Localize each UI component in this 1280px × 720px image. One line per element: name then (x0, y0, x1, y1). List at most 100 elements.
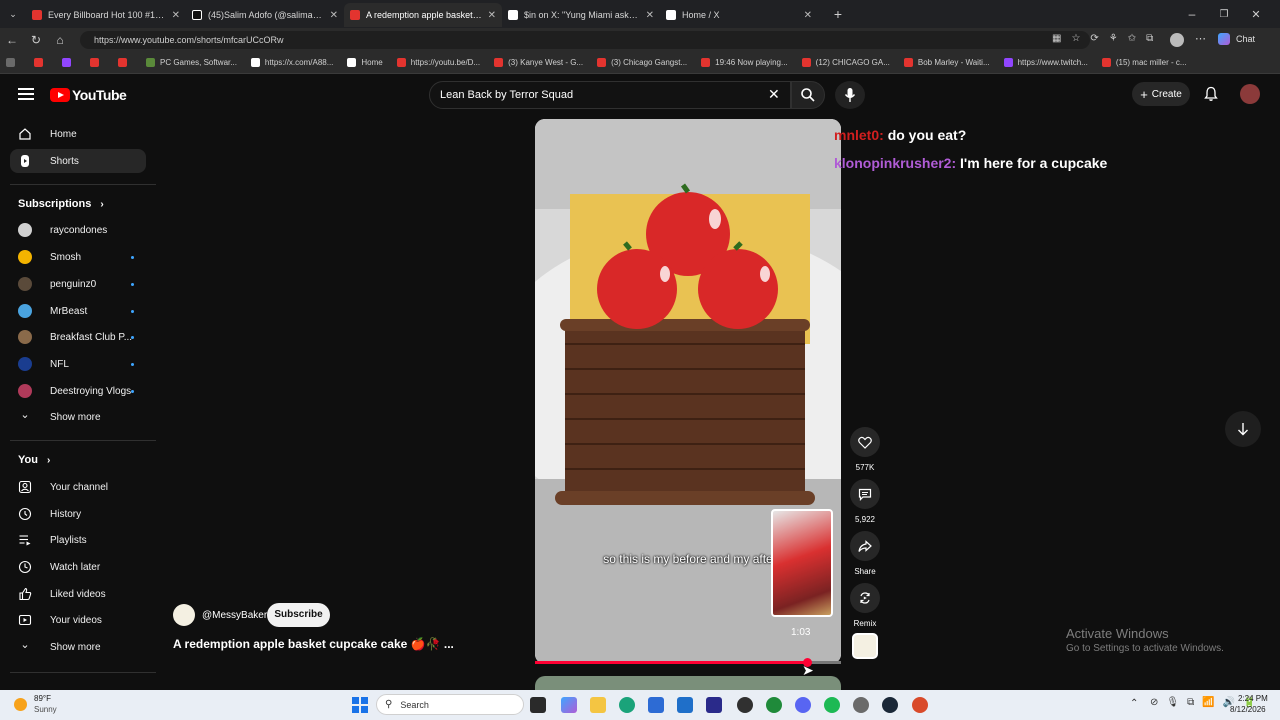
you-heading[interactable]: You › (18, 454, 50, 466)
sidebar-item-history[interactable]: History (10, 502, 146, 526)
sound-thumbnail[interactable] (852, 633, 878, 659)
bookmark-item[interactable] (90, 58, 104, 67)
youtube-logo[interactable]: YouTube (50, 87, 127, 103)
notifications-bell-icon[interactable] (1203, 86, 1219, 102)
clock-date[interactable]: 8/12/2026 (1230, 705, 1266, 714)
show-more-button[interactable]: ⌄ Show more (10, 635, 146, 659)
sidebar-subscription-item[interactable]: raycondones (10, 218, 146, 242)
task-view-icon[interactable] (530, 697, 546, 713)
edge-browser-icon[interactable] (619, 697, 635, 713)
browser-tab-active[interactable]: A redemption apple basket cu ✕ (344, 3, 502, 27)
weather-description[interactable]: Sunny (34, 705, 57, 714)
sidebar-subscription-item[interactable]: Smosh (10, 245, 146, 269)
channel-handle[interactable]: @MessyBaker (202, 610, 267, 621)
spotify-icon[interactable] (824, 697, 840, 713)
sidebar-subscription-item[interactable]: NFL (10, 352, 146, 376)
bookmark-item[interactable]: (12) CHICAGO GA... (801, 58, 890, 67)
bookmark-item[interactable] (6, 58, 20, 67)
browser-tab[interactable]: Home / X ✕ (660, 3, 818, 27)
copilot-chat-button[interactable]: Chat (1218, 33, 1255, 45)
bookmark-item[interactable] (62, 58, 76, 67)
xbox-icon[interactable] (766, 697, 782, 713)
sidebar-item-home[interactable]: Home (10, 122, 146, 146)
home-icon[interactable]: ⌂ (48, 33, 72, 47)
close-tab-icon[interactable]: ✕ (488, 10, 496, 21)
sidebar-item-shorts[interactable]: Shorts (10, 149, 146, 173)
browser-tab[interactable]: Every Billboard Hot 100 #1 Single ✕ (26, 3, 186, 27)
show-more-button[interactable]: ⌄ Show more (10, 405, 146, 429)
bookmark-item[interactable]: https://www.twitch... (1003, 58, 1088, 67)
steam-icon[interactable] (882, 697, 898, 713)
refresh-icon[interactable]: ↻ (24, 33, 48, 47)
windows-start-icon[interactable] (352, 697, 368, 713)
back-icon[interactable]: ← (0, 33, 24, 47)
sidebar-item-your-videos[interactable]: Your videos (10, 608, 146, 632)
video-title[interactable]: A redemption apple basket cupcake cake 🍎… (173, 637, 454, 651)
browser-tab[interactable]: $in on X: "Yung Miami asked Tyl ✕ (502, 3, 660, 27)
sidebar-item-your-channel[interactable]: Your channel (10, 475, 146, 499)
sidebar-item-playlists[interactable]: Playlists (10, 528, 146, 552)
more-options-icon[interactable]: ⋯ (1195, 32, 1206, 45)
settings-gear-icon[interactable] (853, 697, 869, 713)
bookmark-item[interactable]: (3) Chicago Gangst... (597, 58, 687, 67)
bookmark-item[interactable]: Home (347, 58, 383, 67)
sidebar-subscription-item[interactable]: MrBeast (10, 299, 146, 323)
bookmark-item[interactable]: Bob Marley - Waiti... (903, 58, 990, 67)
bookmark-item[interactable]: (15) mac miller - c... (1101, 58, 1187, 67)
copilot-app-icon[interactable] (561, 697, 577, 713)
clear-search-icon[interactable]: ✕ (768, 86, 780, 103)
comment-button[interactable] (850, 479, 880, 509)
share-action[interactable]: Share (850, 531, 880, 576)
bookmark-item[interactable] (34, 58, 48, 67)
browser-tab[interactable]: (45)Salim Adofo (@salimadofo)'s ∨ ✕ (186, 3, 344, 27)
outlook-icon[interactable] (677, 697, 693, 713)
minimize-window-icon[interactable]: – (1180, 7, 1204, 21)
game-app-icon[interactable] (912, 697, 928, 713)
inset-thumbnail[interactable] (771, 509, 833, 617)
hamburger-menu-icon[interactable] (18, 88, 34, 100)
file-explorer-icon[interactable] (590, 697, 606, 713)
next-short-preview[interactable] (535, 676, 841, 690)
subscriptions-heading[interactable]: Subscriptions › (18, 198, 104, 210)
remix-button[interactable] (850, 583, 880, 613)
store-icon[interactable] (648, 697, 664, 713)
restore-window-icon[interactable]: ❐ (1212, 9, 1236, 20)
sidebar-subscription-item[interactable]: Deestroying Vlogs (10, 379, 146, 403)
system-tray-chevron-icon[interactable]: ⌃ (1130, 698, 1138, 709)
close-tab-icon[interactable]: ✕ (804, 10, 812, 21)
bookmark-item[interactable]: https://youtu.be/D... (396, 58, 480, 67)
remix-action[interactable]: Remix (850, 583, 880, 628)
bookmark-item[interactable]: https://x.com/A88... (250, 58, 333, 67)
weather-temperature[interactable]: 89°F (34, 694, 51, 703)
next-short-button[interactable] (1225, 411, 1261, 447)
editor-app-icon[interactable] (706, 697, 722, 713)
subscribe-button[interactable]: Subscribe (267, 603, 330, 627)
bookmark-item[interactable]: PC Games, Softwar... (146, 58, 237, 67)
new-tab-icon[interactable]: + (826, 6, 850, 22)
shorts-video-player[interactable]: so this is my before and my after 1:03 (535, 119, 841, 664)
create-button[interactable]: + Create (1132, 82, 1190, 106)
bookmark-item[interactable]: 19:46 Now playing... (701, 58, 788, 67)
video-progress-fill[interactable] (535, 661, 808, 664)
sidebar-subscription-item[interactable]: penguinz0 (10, 272, 146, 296)
discord-icon[interactable] (795, 697, 811, 713)
account-avatar[interactable] (1240, 84, 1260, 104)
bookmark-item[interactable] (118, 58, 132, 67)
search-button[interactable] (791, 81, 825, 109)
voice-search-button[interactable] (835, 81, 865, 109)
sidebar-subscription-item[interactable]: Breakfast Club P... (10, 325, 146, 349)
taskbar-search-box[interactable]: ⚲ Search (376, 694, 524, 715)
close-tab-icon[interactable]: ✕ (172, 10, 180, 21)
tab-list-chevron-icon[interactable]: ⌄ (0, 9, 26, 20)
sidebar-item-liked-videos[interactable]: Liked videos (10, 582, 146, 606)
bookmark-item[interactable]: (3) Kanye West - G... (494, 58, 583, 67)
channel-avatar[interactable] (173, 604, 195, 626)
close-tab-icon[interactable]: ✕ (330, 10, 338, 21)
clock-time[interactable]: 2:24 PM (1238, 694, 1268, 703)
browser-extensions-icons[interactable]: ▦☆⟳⚘✩⧉ (1052, 33, 1163, 44)
like-button[interactable] (850, 427, 880, 457)
obs-icon[interactable] (737, 697, 753, 713)
comment-action[interactable]: 5,922 (850, 479, 880, 524)
sidebar-item-watch-later[interactable]: Watch later (10, 555, 146, 579)
close-window-icon[interactable]: ✕ (1244, 8, 1268, 21)
